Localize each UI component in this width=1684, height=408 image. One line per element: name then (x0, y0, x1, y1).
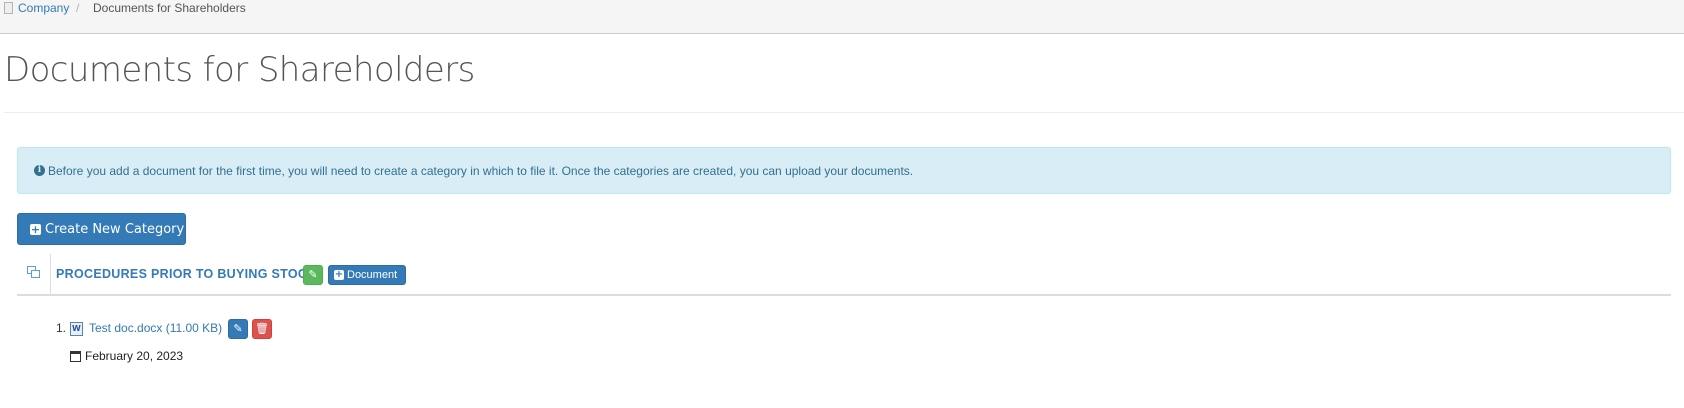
breadcrumb-separator: / (76, 1, 80, 15)
document-date-text: February 20, 2023 (85, 349, 184, 363)
title-divider (4, 112, 1684, 113)
category-name[interactable]: PROCEDURES PRIOR TO BUYING STOCK (56, 267, 317, 281)
add-document-button[interactable]: + Document (328, 265, 406, 285)
edit-document-button[interactable]: ✎ (228, 319, 248, 339)
pencil-icon: ✎ (308, 269, 318, 281)
breadcrumb: Company / Documents for Shareholders (0, 0, 1684, 34)
info-circle-icon: i (34, 165, 45, 176)
page-title: Documents for Shareholders (4, 50, 475, 90)
word-file-icon (70, 322, 83, 336)
plus-square-icon: + (334, 269, 344, 280)
page-icon (4, 2, 13, 14)
create-category-label: Create New Category (45, 222, 185, 237)
info-alert: i Before you add a document for the firs… (17, 147, 1671, 194)
breadcrumb-link-company[interactable]: Company (18, 1, 69, 15)
category-row: PROCEDURES PRIOR TO BUYING STOCK ✎ + Doc… (17, 254, 1671, 296)
calendar-icon (70, 351, 81, 362)
trash-icon: 🗑 (255, 323, 269, 335)
delete-document-button[interactable]: 🗑 (252, 319, 272, 339)
category-divider (50, 254, 51, 294)
edit-category-button[interactable]: ✎ (303, 265, 323, 285)
breadcrumb-current: Documents for Shareholders (93, 1, 246, 15)
pencil-icon: ✎ (233, 323, 243, 335)
collapse-icon[interactable] (27, 266, 41, 278)
document-number: 1. (56, 321, 67, 335)
create-category-button[interactable]: + Create New Category (17, 213, 186, 245)
document-link[interactable]: Test doc.docx (11.00 KB) (89, 321, 222, 335)
alert-text: Before you add a document for the first … (48, 164, 914, 178)
plus-square-icon: + (30, 223, 41, 236)
add-document-label: Document (347, 269, 398, 281)
